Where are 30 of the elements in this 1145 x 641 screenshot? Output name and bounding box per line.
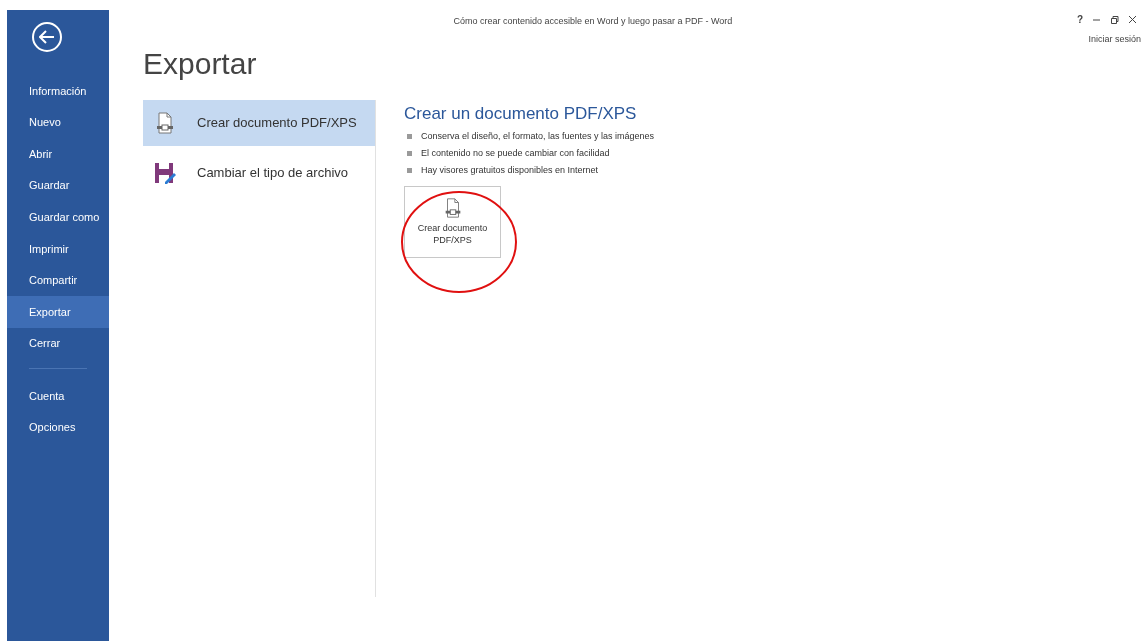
nav-item[interactable]: Cuenta [7,380,109,412]
nav-item[interactable]: Exportar [7,296,109,328]
restore-icon[interactable] [1110,15,1119,24]
bullet-square-icon [407,150,412,156]
back-button[interactable] [32,22,62,52]
sign-in-link[interactable]: Iniciar sesión [1088,33,1141,47]
create-pdf-button[interactable]: Crear documento PDF/XPS [404,186,501,258]
nav-item[interactable]: Cerrar [7,327,109,360]
nav-item[interactable]: Imprimir [7,232,109,265]
export-option[interactable]: Cambiar el tipo de archivo [143,150,375,196]
bullet-square-icon [407,167,412,173]
nav-item[interactable]: Abrir [7,138,109,170]
bullet-text: Hay visores gratuitos disponibles en Internet [421,164,599,177]
section-heading: Crear un documento PDF/XPS [404,104,638,124]
bullet-square-icon [407,133,412,139]
export-option[interactable]: Crear documento PDF/XPS [143,100,375,146]
help-button[interactable]: ? [1076,12,1083,27]
floppy-pencil-icon [153,161,177,185]
window-title: Cómo crear contenido accesible en Word y luego pasar a PDF - Word [453,15,733,28]
close-icon[interactable] [1128,15,1137,24]
bullet-text: Conserva el diseño, el formato, las fuentes y las imágenes [421,130,655,143]
left-arrow-icon [39,30,55,44]
nav-item[interactable]: Información [7,75,109,107]
nav-item[interactable]: Guardar como [7,201,109,233]
nav-item[interactable]: Compartir [7,264,109,297]
page-title: Exportar [143,46,258,82]
bullet-text: El contenido no se puede cambiar con facilidad [421,147,610,160]
nav-item[interactable]: Nuevo [7,106,109,139]
nav-item[interactable]: Guardar [7,169,109,202]
nav-item[interactable]: Opciones [7,411,109,444]
